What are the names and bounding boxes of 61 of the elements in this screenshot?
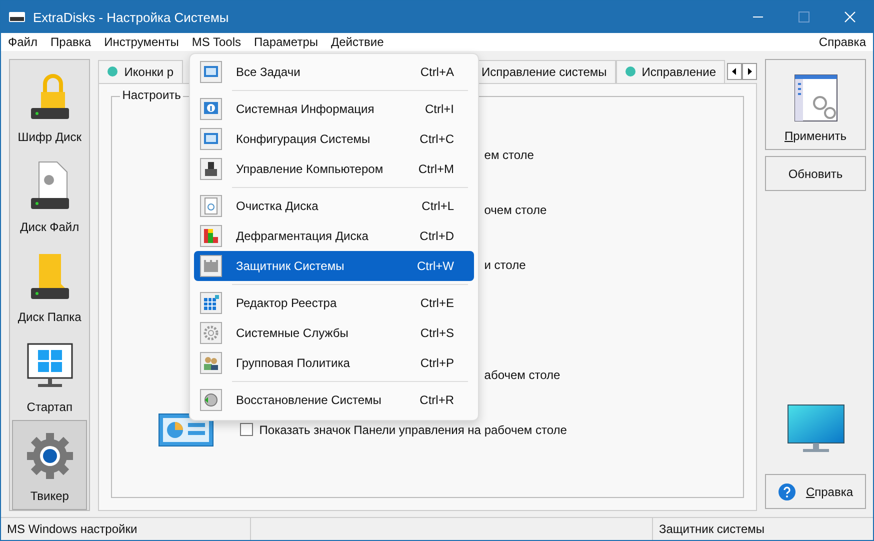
window-icon xyxy=(200,61,222,83)
grid-icon xyxy=(200,292,222,314)
chart-icon xyxy=(200,225,222,247)
sidebar-item[interactable]: Шифр Диск xyxy=(10,60,90,150)
menu-item[interactable]: Инструменты xyxy=(104,35,179,49)
sidebar-item[interactable]: Стартап xyxy=(10,330,90,420)
scroll-left-icon[interactable] xyxy=(727,62,742,80)
checkbox[interactable] xyxy=(240,423,254,436)
tab[interactable]: Исправление xyxy=(616,60,725,82)
people-icon xyxy=(200,352,222,374)
help-icon xyxy=(778,482,796,500)
status-text: MS Windows настройки xyxy=(1,518,251,540)
menu-item[interactable]: Групповая Политика Ctrl+P xyxy=(194,348,474,378)
menu-item[interactable]: Редактор Реестра Ctrl+E xyxy=(194,288,474,318)
menu-item[interactable]: Файл xyxy=(8,35,38,49)
scroll-right-icon[interactable] xyxy=(742,62,757,80)
sidebar-label: Диск Папка xyxy=(18,310,82,324)
help-button[interactable]: Справка xyxy=(765,474,866,509)
restore-icon xyxy=(200,389,222,411)
drive-icon xyxy=(9,12,25,22)
option-label: Показать значок Панели управления на рабочем столе xyxy=(259,422,567,436)
sidebar-item[interactable]: Диск Файл xyxy=(10,150,90,240)
sidebar-label: Диск Файл xyxy=(20,220,80,234)
menu-item[interactable]: Правка xyxy=(50,35,92,49)
option-label: очем столе xyxy=(484,202,547,216)
monitor-icon xyxy=(786,404,844,454)
menu-item[interactable]: Очистка Диска Ctrl+L xyxy=(194,191,474,221)
menu-item[interactable]: Все Задачи Ctrl+A xyxy=(194,57,474,87)
sidebar-label: Твикер xyxy=(30,489,69,503)
option-label: и столе xyxy=(484,258,526,272)
sidebar-item[interactable]: Твикер xyxy=(12,420,88,510)
window-icon xyxy=(200,128,222,150)
group-title: Настроить xyxy=(120,88,183,102)
menu-item[interactable]: Системные Службы Ctrl+S xyxy=(194,318,474,348)
wall-icon xyxy=(200,255,222,277)
menu-item[interactable]: Действие xyxy=(331,35,384,49)
option-label: ем столе xyxy=(484,148,534,162)
info-icon xyxy=(200,98,222,120)
apply-button[interactable]: Применить xyxy=(765,59,866,150)
menu-item[interactable]: Дефрагментация Диска Ctrl+D xyxy=(194,221,474,251)
sidebar-label: Стартап xyxy=(26,400,72,414)
option-label: абочем столе xyxy=(484,368,560,382)
refresh-button[interactable]: Обновить xyxy=(765,156,866,191)
control-panel-icon xyxy=(158,412,214,446)
status-text: Защитник системы xyxy=(658,522,766,536)
status-dot-icon xyxy=(624,66,636,77)
status-dot-icon xyxy=(107,66,118,77)
menu-item[interactable]: Системная Информация Ctrl+I xyxy=(194,94,474,124)
window-title: ExtraDisks - Настройка Системы xyxy=(33,10,229,24)
sidebar-label: Шифр Диск xyxy=(18,130,82,144)
magnifier-icon xyxy=(200,195,222,217)
menu-item[interactable]: Конфигурация Системы Ctrl+C xyxy=(194,124,474,154)
menu-item[interactable]: MS Tools xyxy=(192,35,242,49)
menu-item[interactable]: Справка xyxy=(818,35,866,49)
tab[interactable]: Иконки р xyxy=(98,60,183,82)
menu-item[interactable]: Защитник Системы Ctrl+W xyxy=(194,251,474,281)
menu-item[interactable]: Восстановление Системы Ctrl+R xyxy=(194,385,474,415)
gear-icon xyxy=(200,322,222,344)
menu-item[interactable]: Управление Компьютером Ctrl+M xyxy=(194,154,474,184)
menu-item[interactable]: Параметры xyxy=(254,35,318,49)
sidebar-item[interactable]: Диск Папка xyxy=(10,240,90,330)
